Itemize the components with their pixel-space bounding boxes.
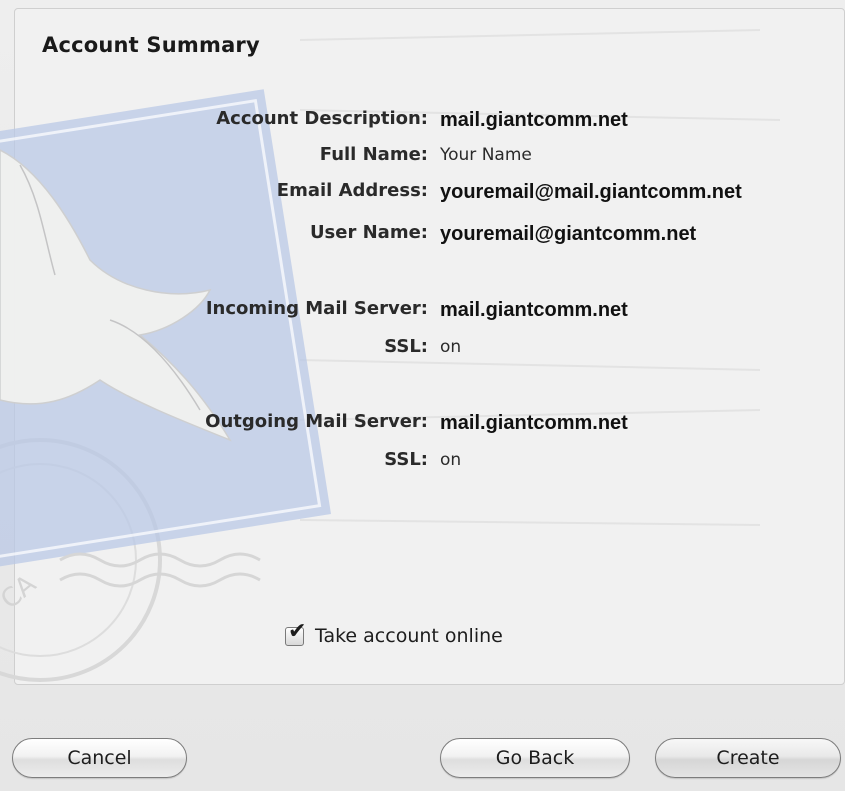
email-address-value: youremail@mail.giantcomm.net	[440, 181, 742, 203]
outgoing-ssl-value: on	[440, 450, 462, 470]
incoming-ssl-row: SSL: on	[0, 334, 845, 364]
outgoing-server-row: Outgoing Mail Server: mail.giantcomm.net	[0, 409, 845, 439]
incoming-ssl-value: on	[440, 337, 462, 357]
incoming-ssl-label: SSL:	[384, 336, 428, 357]
cancel-button[interactable]: Cancel	[12, 738, 187, 778]
account-description-row: Account Description: mail.giantcomm.net	[0, 106, 845, 136]
incoming-server-label: Incoming Mail Server:	[205, 298, 428, 319]
page-title: Account Summary	[42, 33, 260, 57]
take-account-online-checkbox[interactable]: ✔	[285, 621, 306, 646]
incoming-server-value: mail.giantcomm.net	[440, 299, 628, 321]
checkmark-icon: ✔	[288, 619, 307, 644]
email-address-label: Email Address:	[276, 180, 428, 201]
full-name-row: Full Name: Your Name	[0, 142, 845, 172]
outgoing-ssl-label: SSL:	[384, 449, 428, 470]
outgoing-ssl-row: SSL: on	[0, 447, 845, 477]
outgoing-server-label: Outgoing Mail Server:	[205, 411, 428, 432]
incoming-server-row: Incoming Mail Server: mail.giantcomm.net	[0, 296, 845, 326]
take-account-online-label[interactable]: Take account online	[315, 625, 503, 647]
email-address-row: Email Address: youremail@mail.giantcomm.…	[0, 178, 845, 208]
account-description-value: mail.giantcomm.net	[440, 109, 628, 131]
account-description-label: Account Description:	[216, 108, 428, 129]
outgoing-server-value: mail.giantcomm.net	[440, 412, 628, 434]
svg-text:CA: CA	[0, 569, 42, 615]
create-button[interactable]: Create	[655, 738, 841, 778]
go-back-button[interactable]: Go Back	[440, 738, 630, 778]
user-name-label: User Name:	[309, 222, 428, 243]
user-name-value: youremail@giantcomm.net	[440, 223, 697, 245]
user-name-row: User Name: youremail@giantcomm.net	[0, 220, 845, 250]
full-name-label: Full Name:	[319, 144, 428, 165]
full-name-value: Your Name	[440, 145, 532, 165]
